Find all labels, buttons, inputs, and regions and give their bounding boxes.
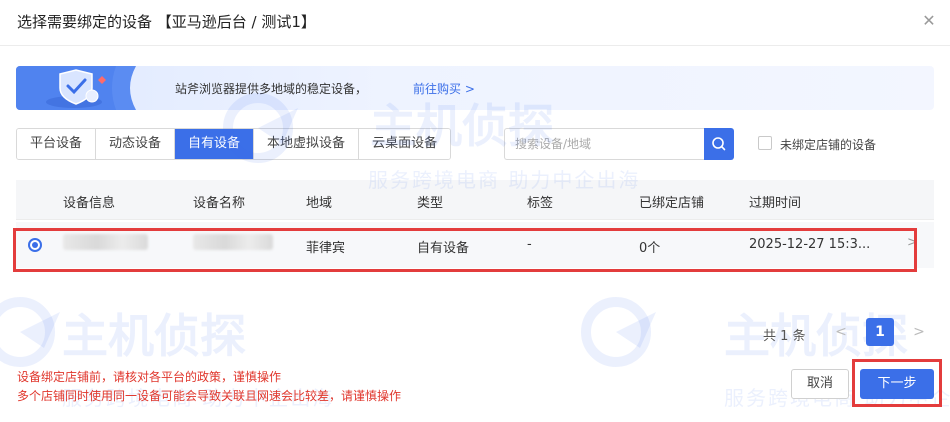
unbound-devices-checkbox[interactable] bbox=[758, 136, 772, 150]
unbound-devices-label: 未绑定店铺的设备 bbox=[780, 138, 877, 152]
search-icon bbox=[712, 137, 726, 151]
column-region: 地域 bbox=[306, 196, 333, 211]
device-type-tabs: 平台设备 动态设备 自有设备 本地虚拟设备 云桌面设备 bbox=[16, 128, 452, 160]
pagination-prev[interactable]: < bbox=[833, 322, 849, 342]
close-icon[interactable]: ✕ bbox=[920, 12, 938, 30]
next-step-button[interactable]: 下一步 bbox=[860, 369, 934, 399]
pagination-total: 共 1 条 bbox=[763, 329, 806, 344]
device-name-blurred bbox=[193, 234, 273, 250]
table-row[interactable]: 菲律宾 自有设备 - 0个 2025-12-27 15:3... > bbox=[16, 222, 934, 268]
row-select-radio[interactable] bbox=[28, 238, 42, 252]
shared-device-warning: 多个店铺同时使用同一设备可能会导致关联且网速会比较差，请谨慎操作 bbox=[17, 389, 402, 403]
column-device-name: 设备名称 bbox=[193, 196, 246, 211]
column-bound-shops: 已绑定店铺 bbox=[639, 196, 705, 211]
column-tag: 标签 bbox=[527, 196, 554, 211]
buy-link[interactable]: 前往购买 > bbox=[413, 80, 475, 97]
row-expand-arrow[interactable]: > bbox=[907, 235, 918, 250]
banner-text: 站斧浏览器提供多地域的稳定设备， bbox=[175, 82, 368, 96]
watermark-logo-icon bbox=[581, 297, 656, 367]
banner-shield-illustration bbox=[16, 66, 136, 110]
column-device-info: 设备信息 bbox=[63, 196, 116, 211]
pagination-next[interactable]: > bbox=[911, 322, 927, 342]
search-input[interactable] bbox=[504, 128, 704, 160]
pagination-page[interactable]: 1 bbox=[866, 318, 894, 346]
row-bound-shops: 0个 bbox=[639, 241, 661, 256]
column-type: 类型 bbox=[417, 196, 444, 211]
tab-platform-device[interactable]: 平台设备 bbox=[17, 129, 97, 159]
watermark-logo-icon bbox=[0, 297, 60, 367]
watermark-brand-2: 主机侦探 bbox=[62, 309, 246, 363]
device-info-blurred bbox=[63, 234, 148, 250]
promo-banner: 站斧浏览器提供多地域的稳定设备， 前往购买 > bbox=[16, 66, 934, 110]
row-tag: - bbox=[527, 237, 532, 252]
policy-warning: 设备绑定店铺前，请核对各平台的政策，谨慎操作 bbox=[17, 370, 282, 384]
column-expire-time: 过期时间 bbox=[749, 196, 802, 211]
row-region: 菲律宾 bbox=[306, 241, 346, 256]
table-header: 设备信息 设备名称 地域 类型 标签 已绑定店铺 过期时间 bbox=[16, 180, 934, 220]
dialog-title: 选择需要绑定的设备 【亚马逊后台 / 测试1】 bbox=[17, 13, 316, 31]
tab-local-virtual-device[interactable]: 本地虚拟设备 bbox=[254, 129, 360, 159]
row-expire-time: 2025-12-27 15:3... bbox=[749, 237, 871, 252]
tab-dynamic-device[interactable]: 动态设备 bbox=[96, 129, 176, 159]
cancel-button[interactable]: 取消 bbox=[791, 369, 849, 399]
search-button[interactable] bbox=[704, 128, 734, 160]
tab-own-device[interactable]: 自有设备 bbox=[175, 129, 255, 159]
tab-cloud-desktop-device[interactable]: 云桌面设备 bbox=[359, 129, 451, 159]
row-type: 自有设备 bbox=[417, 241, 470, 256]
dialog-header: 选择需要绑定的设备 【亚马逊后台 / 测试1】 ✕ bbox=[0, 0, 950, 46]
